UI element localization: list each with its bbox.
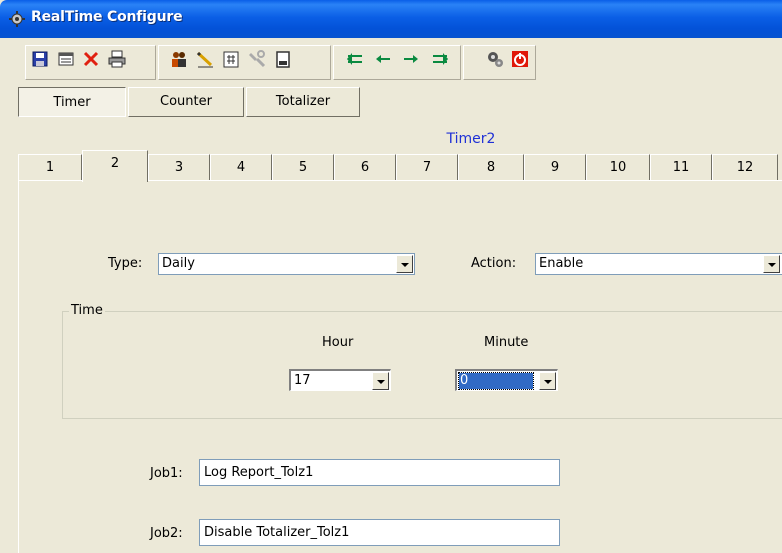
chevron-down-icon[interactable] (539, 372, 556, 390)
tab-9[interactable]: 9 (524, 154, 586, 181)
page-title: Timer2 (446, 131, 496, 147)
print-icon (108, 50, 126, 68)
job2-field[interactable]: Disable Totalizer_Tolz1 (199, 519, 560, 546)
calculator-icon (223, 51, 239, 68)
type-value: Daily (162, 256, 195, 271)
hour-value: 17 (294, 373, 311, 388)
notes-icon (276, 51, 290, 68)
first-icon (347, 53, 362, 65)
users-icon (172, 52, 186, 67)
title-bar: RealTime Configure (0, 0, 782, 38)
notes-button[interactable] (272, 48, 294, 70)
tab-7[interactable]: 7 (396, 154, 458, 181)
time-group-label: Time (69, 303, 105, 318)
open-button[interactable] (55, 48, 77, 70)
toolbar (0, 38, 782, 85)
tab-1[interactable]: 1 (18, 154, 82, 181)
last-record-button[interactable] (429, 48, 451, 70)
tab-timer[interactable]: Timer (18, 87, 126, 117)
tab-5[interactable]: 5 (272, 154, 334, 181)
tab-10[interactable]: 10 (586, 154, 650, 181)
first-record-button[interactable] (344, 48, 366, 70)
minute-selection-highlight: 0 (458, 372, 534, 390)
settings-icon (488, 52, 503, 67)
next-icon (404, 55, 418, 63)
tab-11[interactable]: 11 (650, 154, 712, 181)
job1-value: Log Report_Tolz1 (204, 465, 314, 480)
edit-icon (196, 51, 213, 68)
tab-totalizer[interactable]: Totalizer (246, 87, 360, 117)
minute-value: 0 (460, 373, 469, 388)
tab-12[interactable]: 12 (712, 154, 778, 181)
previous-record-button[interactable] (372, 48, 394, 70)
edit-button[interactable] (194, 48, 216, 70)
minute-select[interactable]: 0 (455, 369, 558, 391)
delete-icon (83, 51, 99, 67)
type-select[interactable]: Daily (158, 253, 415, 275)
tab-8[interactable]: 8 (458, 154, 524, 181)
settings-button[interactable] (484, 48, 506, 70)
power-icon (512, 51, 528, 67)
hour-label: Hour (322, 335, 354, 350)
type-label: Type: (108, 256, 143, 271)
save-button[interactable] (29, 48, 51, 70)
gear-icon (9, 11, 25, 27)
previous-icon (376, 55, 390, 63)
action-value: Enable (539, 256, 584, 271)
users-button[interactable] (168, 48, 190, 70)
chevron-down-icon[interactable] (763, 255, 780, 273)
job2-value: Disable Totalizer_Tolz1 (204, 525, 350, 540)
calculator-button[interactable] (220, 48, 242, 70)
tab-4[interactable]: 4 (210, 154, 272, 181)
job1-field[interactable]: Log Report_Tolz1 (199, 459, 560, 486)
timer-heading-container: Timer2 (0, 131, 782, 147)
tab-3[interactable]: 3 (148, 154, 210, 181)
job2-label: Job2: (150, 526, 183, 541)
save-icon (32, 51, 48, 67)
tools-icon (249, 50, 266, 68)
action-label: Action: (471, 256, 517, 271)
chevron-down-icon[interactable] (396, 255, 413, 273)
time-groupbox: Time (62, 303, 782, 419)
tab-6[interactable]: 6 (334, 154, 396, 181)
chevron-down-icon[interactable] (372, 372, 389, 390)
hour-select[interactable]: 17 (289, 369, 391, 391)
power-button[interactable] (509, 48, 531, 70)
last-icon (433, 53, 448, 65)
window-title: RealTime Configure (31, 9, 183, 25)
minute-label: Minute (484, 335, 529, 350)
tools-button[interactable] (246, 48, 268, 70)
open-icon (58, 52, 74, 66)
tab-counter[interactable]: Counter (128, 87, 244, 117)
job1-label: Job1: (150, 466, 183, 481)
tab-2[interactable]: 2 (82, 150, 148, 182)
action-select[interactable]: Enable (535, 253, 782, 275)
print-button[interactable] (106, 48, 128, 70)
next-record-button[interactable] (400, 48, 422, 70)
delete-button[interactable] (80, 48, 102, 70)
